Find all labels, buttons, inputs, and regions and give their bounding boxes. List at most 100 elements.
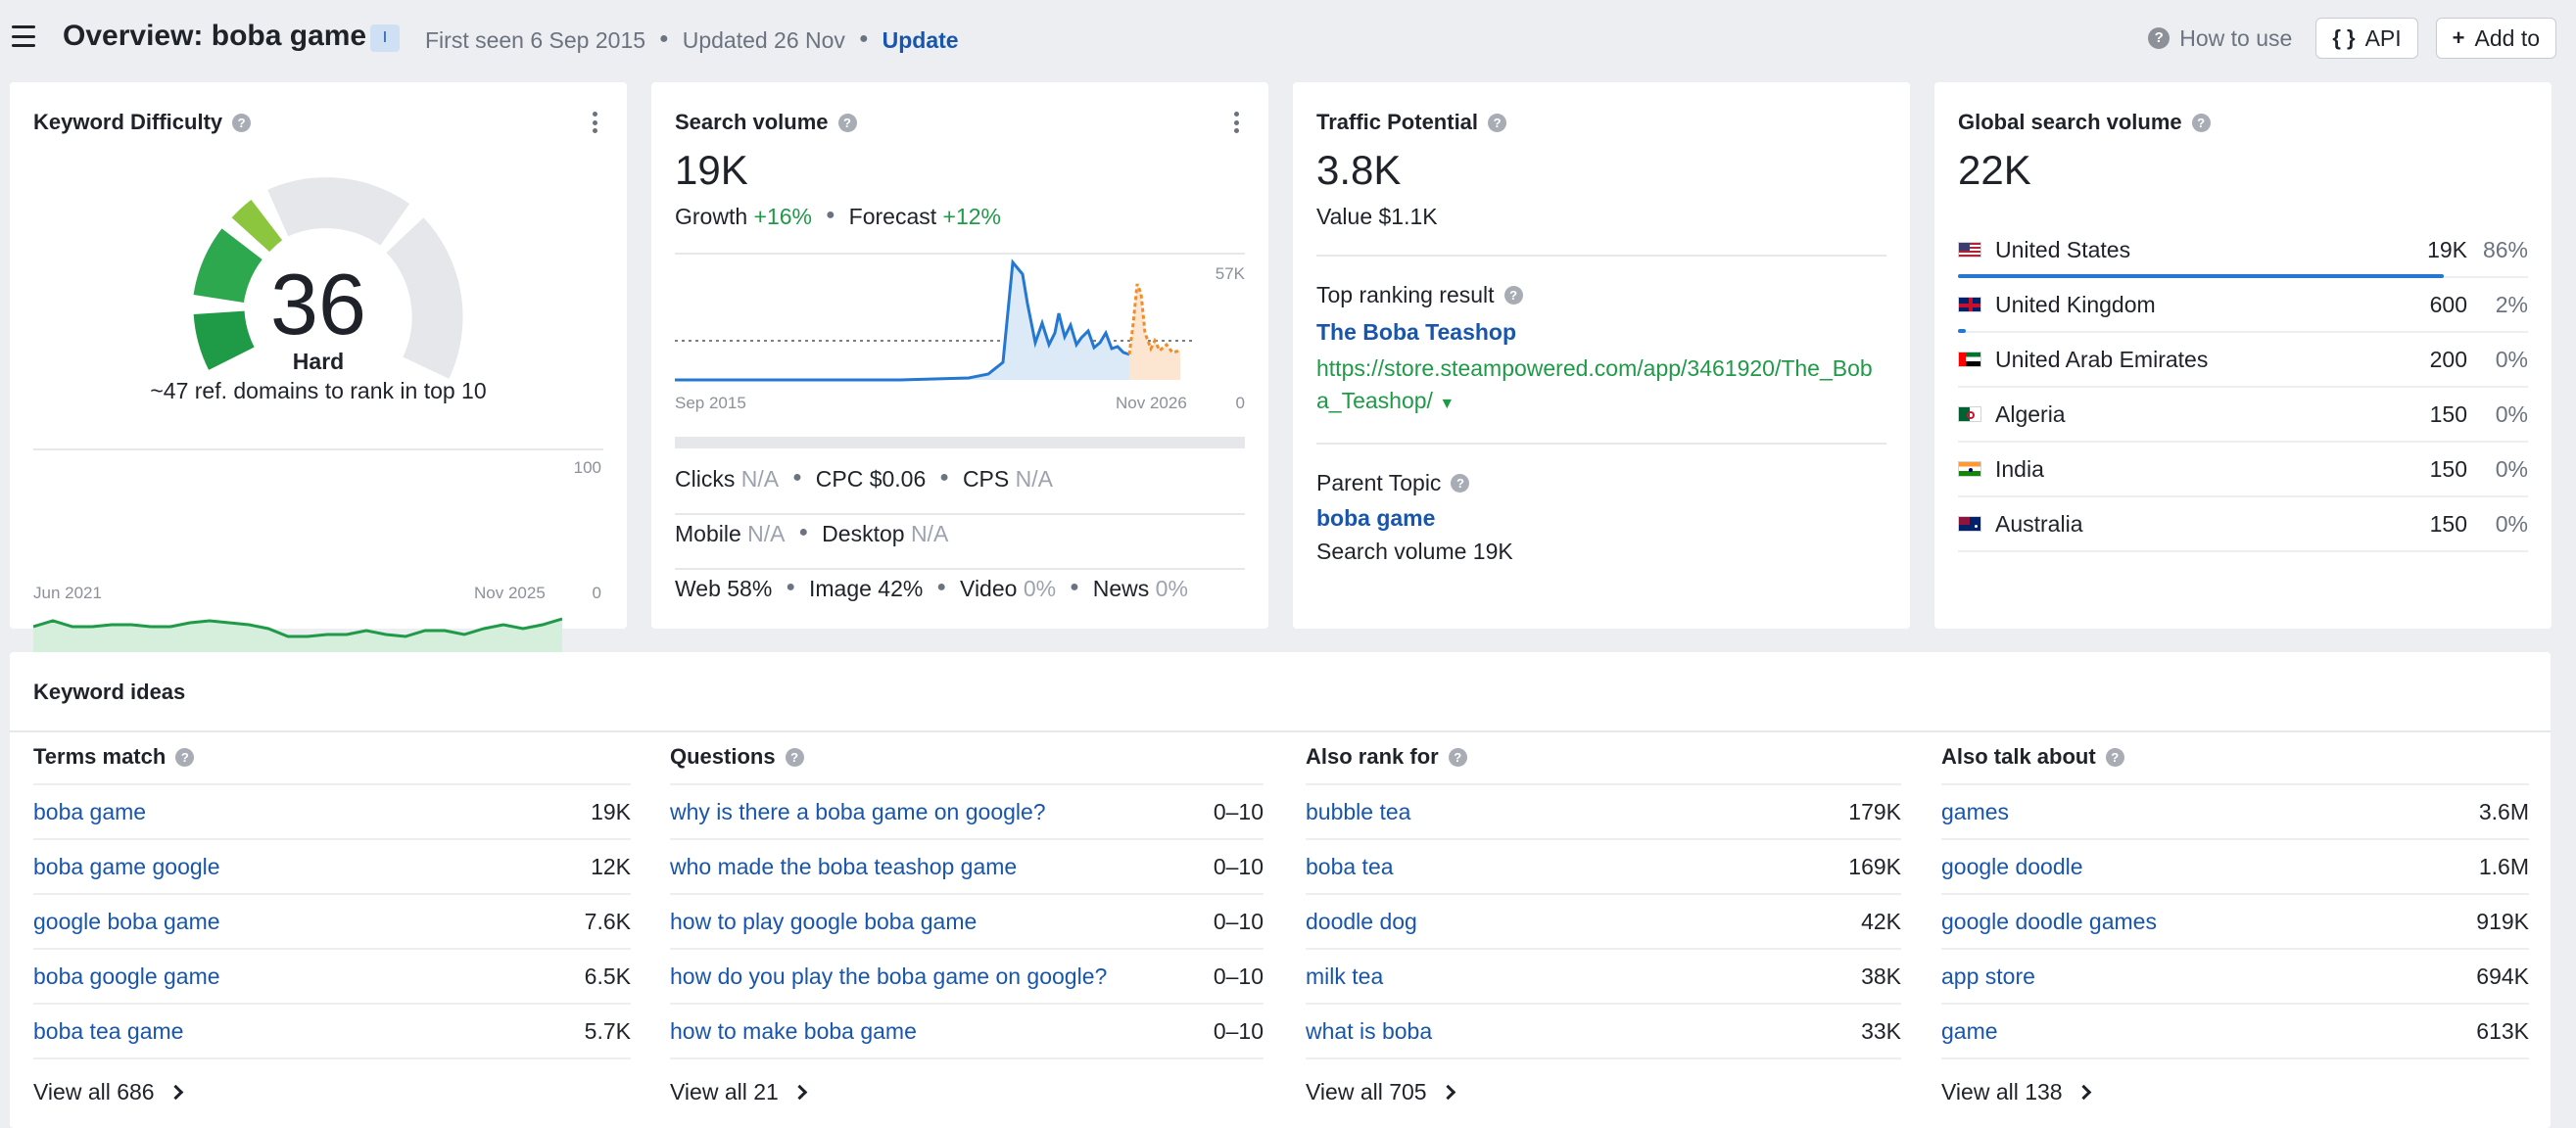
questions-column: Questions? why is there a boba game on g… <box>670 730 1264 1124</box>
growth-forecast: Growth +16% ● Forecast +12% <box>675 204 1002 229</box>
chart-x-start: Sep 2015 <box>675 394 746 412</box>
list-item[interactable]: doodle dog 42K <box>1306 895 1901 950</box>
keyword-difficulty-card: Keyword Difficulty ? 36 Hard ~47 ref. do… <box>10 82 627 656</box>
algeria-flag-icon <box>1958 406 1981 422</box>
chart-x-end: Nov 2025 <box>474 584 546 602</box>
more-options-icon[interactable] <box>1233 112 1239 133</box>
top-ranking-title-link[interactable]: The Boba Teashop <box>1316 319 1516 346</box>
update-link[interactable]: Update <box>883 27 959 54</box>
caret-down-icon[interactable]: ▼ <box>1439 396 1455 412</box>
chevron-right-icon <box>1440 1084 1455 1100</box>
chart-y-max: 57K <box>1215 264 1245 283</box>
page-title: Overview: boba game <box>63 20 367 52</box>
country-row[interactable]: Australia 150 0% <box>1958 497 2528 552</box>
chart-x-end: Nov 2026 <box>1116 394 1187 412</box>
list-item[interactable]: why is there a boba game on google? 0–10 <box>670 785 1264 840</box>
search-volume-chart <box>675 258 1194 382</box>
difficulty-label: Hard <box>292 349 345 374</box>
australia-flag-icon <box>1958 516 1981 532</box>
list-item[interactable]: boba tea game 5.7K <box>33 1005 631 1059</box>
plus-icon: + <box>2452 25 2465 50</box>
list-item[interactable]: google doodle 1.6M <box>1941 840 2529 895</box>
add-to-button[interactable]: + Add to <box>2435 18 2556 59</box>
clicks-cpc-cps: Clicks N/A ● CPC $0.06 ● CPS N/A <box>675 466 1053 492</box>
card-title: Traffic Potential ? <box>1316 110 1507 135</box>
chevron-right-icon <box>2075 1084 2091 1100</box>
first-seen-text: First seen 6 Sep 2015 <box>425 27 646 53</box>
card-title: Global search volume ? <box>1958 110 2211 135</box>
search-volume-value: 19K <box>675 147 748 193</box>
search-volume-card: Search volume ? 19K Growth +16% ● Foreca… <box>651 82 1268 629</box>
code-braces-icon: { } <box>2332 25 2356 50</box>
country-row[interactable]: United Kingdom 600 2% <box>1958 278 2528 333</box>
parent-topic-link[interactable]: boba game <box>1316 505 1435 532</box>
list-item[interactable]: google boba game 7.6K <box>33 895 631 950</box>
list-item[interactable]: boba game google 12K <box>33 840 631 895</box>
top-ranking-label: Top ranking result ? <box>1316 282 1523 308</box>
device-split: Mobile N/A ● Desktop N/A <box>675 521 949 546</box>
chart-x-start: Jun 2021 <box>33 584 102 602</box>
help-icon[interactable]: ? <box>2191 113 2211 132</box>
api-button[interactable]: { } API <box>2315 18 2418 59</box>
also-talk-about-column: Also talk about? games 3.6M google doodle… <box>1941 730 2529 1124</box>
help-icon[interactable]: ? <box>175 747 195 767</box>
hamburger-menu-icon[interactable] <box>12 25 35 47</box>
help-icon[interactable]: ? <box>2105 747 2124 767</box>
list-item[interactable]: what is boba 33K <box>1306 1005 1901 1059</box>
help-icon[interactable]: ? <box>1451 474 1470 493</box>
traffic-potential-card: Traffic Potential ? 3.8K Value $1.1K Top… <box>1293 82 1910 629</box>
country-row[interactable]: Algeria 150 0% <box>1958 388 2528 443</box>
uk-flag-icon <box>1958 297 1981 312</box>
view-all-questions-link[interactable]: View all 21 <box>670 1059 1264 1124</box>
list-item[interactable]: how to play google boba game 0–10 <box>670 895 1264 950</box>
card-title: Search volume ? <box>675 110 857 135</box>
view-all-terms-match-link[interactable]: View all 686 <box>33 1059 631 1124</box>
list-item[interactable]: boba game 19K <box>33 785 631 840</box>
traffic-value-usd: Value $1.1K <box>1316 204 1438 229</box>
list-item[interactable]: bubble tea 179K <box>1306 785 1901 840</box>
help-icon[interactable]: ? <box>1488 113 1507 132</box>
parent-topic-volume: Search volume 19K <box>1316 539 1513 564</box>
keyword-ideas-panel: Keyword ideas Terms match? boba game 19K … <box>10 652 2551 1128</box>
list-item[interactable]: games 3.6M <box>1941 785 2529 840</box>
chart-y-min: 0 <box>592 584 601 602</box>
updated-text: Updated 26 Nov <box>682 27 845 53</box>
keyword-meta: First seen 6 Sep 2015 ● Updated 26 Nov ●… <box>425 27 959 54</box>
card-title: Keyword Difficulty ? <box>33 110 252 135</box>
serp-type-split: Web 58% ● Image 42% ● Video 0% ● News 0% <box>675 576 1188 601</box>
uae-flag-icon <box>1958 352 1981 367</box>
list-item[interactable]: boba google game 6.5K <box>33 950 631 1005</box>
traffic-potential-value: 3.8K <box>1316 147 1402 193</box>
help-icon: ? <box>2148 27 2171 49</box>
help-icon[interactable]: ? <box>232 113 252 132</box>
list-item[interactable]: how to make boba game 0–10 <box>670 1005 1264 1059</box>
country-row[interactable]: United Arab Emirates 200 0% <box>1958 333 2528 388</box>
us-flag-icon <box>1958 242 1981 258</box>
list-item[interactable]: game 613K <box>1941 1005 2529 1059</box>
chart-y-max: 100 <box>573 458 601 477</box>
country-row[interactable]: United States 19K 86% <box>1958 223 2528 278</box>
list-item[interactable]: google doodle games 919K <box>1941 895 2529 950</box>
view-all-also-talk-about-link[interactable]: View all 138 <box>1941 1059 2529 1124</box>
help-icon[interactable]: ? <box>1448 747 1467 767</box>
how-to-use-link[interactable]: ? How to use <box>2148 25 2292 52</box>
view-all-also-rank-for-link[interactable]: View all 705 <box>1306 1059 1901 1124</box>
country-row[interactable]: India 150 0% <box>1958 443 2528 497</box>
india-flag-icon <box>1958 461 1981 477</box>
difficulty-score: 36 <box>270 256 366 352</box>
list-item[interactable]: milk tea 38K <box>1306 950 1901 1005</box>
help-icon[interactable]: ? <box>785 747 804 767</box>
list-item[interactable]: how do you play the boba game on google?… <box>670 950 1264 1005</box>
chevron-right-icon <box>791 1084 808 1100</box>
difficulty-history-chart <box>33 617 562 656</box>
help-icon[interactable]: ? <box>837 113 857 132</box>
list-item[interactable]: boba tea 169K <box>1306 840 1901 895</box>
more-options-icon[interactable] <box>592 112 597 133</box>
intent-badge[interactable]: I <box>370 24 400 52</box>
top-ranking-url[interactable]: https://store.steampowered.com/app/34619… <box>1316 352 1881 420</box>
help-icon[interactable]: ? <box>1503 286 1523 305</box>
list-item[interactable]: who made the boba teashop game 0–10 <box>670 840 1264 895</box>
list-item[interactable]: app store 694K <box>1941 950 2529 1005</box>
global-volume-value: 22K <box>1958 147 2031 193</box>
chevron-right-icon <box>167 1084 183 1100</box>
